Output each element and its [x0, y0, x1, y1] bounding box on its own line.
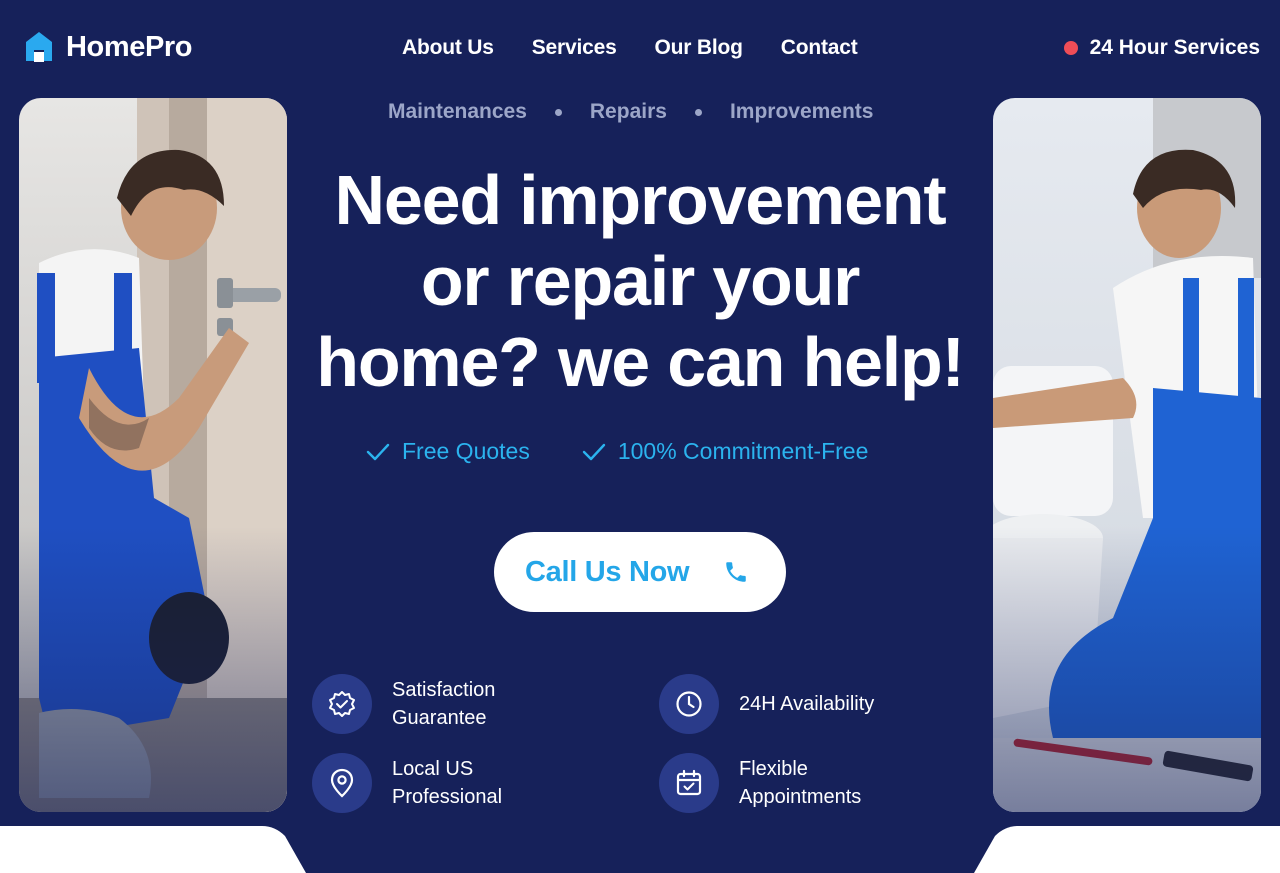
- brand-name: HomePro: [66, 30, 193, 63]
- feature-label: Flexible Appointments: [739, 758, 862, 808]
- nav-about-us[interactable]: About Us: [402, 36, 494, 60]
- site-header: HomePro About Us Services Our Blog Conta…: [0, 0, 1280, 98]
- checkmark-icon: [366, 443, 390, 460]
- category-maintenances: Maintenances: [388, 100, 527, 123]
- main-nav: About Us Services Our Blog Contact: [402, 36, 858, 60]
- hour-service-link[interactable]: 24 Hour Services: [1063, 36, 1260, 60]
- feature-label: Satisfaction Guarantee: [392, 679, 496, 729]
- clock-icon: [659, 674, 719, 734]
- check-commitment-free: 100% Commitment-Free: [582, 438, 869, 465]
- feature-flexible-appointments: Flexible Appointments: [659, 753, 899, 813]
- live-dot-icon: [1063, 41, 1078, 55]
- hero-headline: Need improvement or repair your home? we…: [300, 160, 980, 403]
- benefit-checks: Free Quotes 100% Commitment-Free: [366, 438, 868, 465]
- calendar-check-icon: [659, 753, 719, 813]
- feature-24h-availability: 24H Availability: [659, 674, 874, 734]
- category-improvements: Improvements: [729, 100, 874, 123]
- nav-services[interactable]: Services: [532, 36, 617, 60]
- left-photo-door-repair: [19, 98, 287, 812]
- headline-line-2: or repair your: [420, 242, 861, 320]
- badge-check-icon: [312, 674, 372, 734]
- nav-our-blog[interactable]: Our Blog: [655, 36, 743, 60]
- feature-satisfaction-guarantee: Satisfaction Guarantee: [312, 674, 552, 734]
- nav-contact[interactable]: Contact: [781, 36, 858, 60]
- section-divider: [0, 826, 1280, 873]
- house-icon: [26, 32, 52, 62]
- hour-service-label: 24 Hour Services: [1089, 36, 1260, 59]
- right-photo-plumbing-repair: [993, 98, 1261, 812]
- call-us-now-label: Call Us Now: [525, 555, 690, 588]
- headline-line-3: home? we can help!: [316, 323, 965, 401]
- check-label: Free Quotes: [402, 438, 530, 464]
- check-label: 100% Commitment-Free: [617, 438, 869, 464]
- bullet-separator-icon: [694, 108, 702, 116]
- feature-label: 24H Availability: [739, 693, 875, 715]
- headline-line-1: Need improvement: [334, 161, 947, 239]
- checkmark-icon: [582, 443, 606, 460]
- location-pin-icon: [312, 753, 372, 813]
- bullet-separator-icon: [554, 108, 562, 116]
- service-categories: Maintenances Repairs Improvements: [388, 100, 873, 124]
- call-us-now-button[interactable]: Call Us Now: [494, 532, 786, 612]
- check-free-quotes: Free Quotes: [366, 438, 530, 465]
- category-repairs: Repairs: [589, 100, 667, 123]
- feature-label: Local US Professional: [392, 758, 503, 808]
- feature-local-us-professional: Local US Professional: [312, 753, 552, 813]
- brand-logo[interactable]: HomePro: [24, 30, 193, 64]
- phone-icon: [726, 562, 747, 582]
